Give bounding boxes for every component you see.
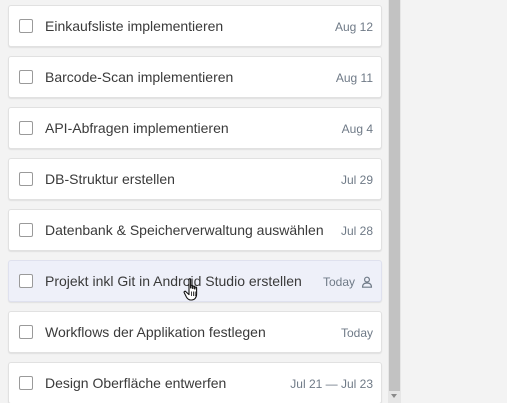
task-title: Datenbank & Speicherverwaltung auswählen <box>45 222 324 238</box>
task-title: Barcode-Scan implementieren <box>45 69 234 85</box>
task-meta: Today <box>323 275 373 289</box>
task-card-barcode-scan[interactable]: Barcode-Scan implementieren Aug 11 <box>8 56 382 98</box>
task-checkbox[interactable] <box>19 325 33 339</box>
vertical-scrollbar[interactable] <box>388 0 401 403</box>
user-icon[interactable] <box>361 276 373 288</box>
task-checkbox[interactable] <box>19 19 33 33</box>
task-due-date: Jul 29 <box>340 173 373 187</box>
task-meta: Today <box>341 326 373 340</box>
detail-pane <box>401 0 507 403</box>
task-title: Design Oberfläche entwerfen <box>45 375 227 391</box>
task-meta: Jul 21 — Jul 23 <box>290 377 373 391</box>
task-due-date: Jul 28 <box>340 224 373 238</box>
task-card-einkaufsliste[interactable]: Einkaufsliste implementieren Aug 12 <box>8 5 382 47</box>
task-checkbox[interactable] <box>19 274 33 288</box>
task-title: API-Abfragen implementieren <box>45 120 229 136</box>
task-card-db-struktur[interactable]: DB-Struktur erstellen Jul 29 <box>8 158 382 200</box>
task-meta: Aug 12 <box>335 20 373 34</box>
task-due-date: Jul 21 — Jul 23 <box>290 377 373 391</box>
task-card-design-oberflaeche[interactable]: Design Oberfläche entwerfen Jul 21 — Jul… <box>8 362 382 403</box>
task-title: DB-Struktur erstellen <box>45 171 175 187</box>
task-list: Einkaufsliste implementieren Aug 12 Barc… <box>0 0 388 403</box>
task-meta: Jul 28 <box>341 224 373 238</box>
task-title: Projekt inkl Git in Android Studio erste… <box>45 273 302 289</box>
task-due-date: Aug 12 <box>334 20 373 34</box>
scrollbar-thumb[interactable] <box>389 0 400 391</box>
task-title: Einkaufsliste implementieren <box>45 18 224 34</box>
task-checkbox[interactable] <box>19 376 33 390</box>
scroll-down-arrow-icon[interactable] <box>391 394 397 398</box>
task-card-api-abfragen[interactable]: API-Abfragen implementieren Aug 4 <box>8 107 382 149</box>
task-checkbox[interactable] <box>19 172 33 186</box>
task-title: Workflows der Applikation festlegen <box>45 324 266 340</box>
task-card-projekt-git[interactable]: Projekt inkl Git in Android Studio erste… <box>8 260 382 302</box>
task-card-datenbank-speicher[interactable]: Datenbank & Speicherverwaltung auswählen… <box>8 209 382 251</box>
task-meta: Jul 29 <box>341 173 373 187</box>
task-checkbox[interactable] <box>19 223 33 237</box>
task-card-workflows[interactable]: Workflows der Applikation festlegen Toda… <box>8 311 382 353</box>
task-due-date: Today <box>322 275 355 289</box>
task-meta: Aug 11 <box>336 71 373 85</box>
task-checkbox[interactable] <box>19 121 33 135</box>
task-due-date: Aug 4 <box>341 122 373 136</box>
task-checkbox[interactable] <box>19 70 33 84</box>
task-due-date: Aug 11 <box>335 71 373 85</box>
task-meta: Aug 4 <box>342 122 373 136</box>
task-due-date: Today <box>340 326 373 340</box>
